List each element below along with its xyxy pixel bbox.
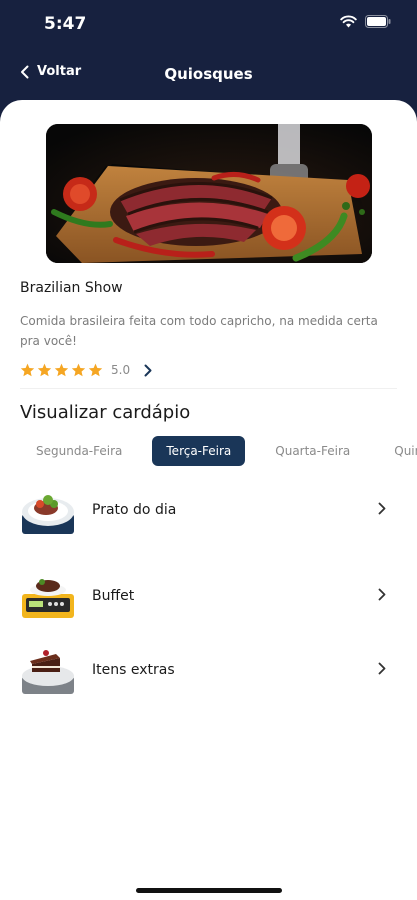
- chevron-right-icon: [378, 588, 386, 601]
- restaurant-description: Comida brasileira feita com todo caprich…: [20, 314, 378, 348]
- status-icons: [340, 15, 391, 28]
- chevron-right-icon: [144, 364, 152, 376]
- navigation-bar: Voltar Quiosques: [0, 50, 417, 100]
- menu-item-label: Itens extras: [92, 662, 175, 678]
- status-time: 5:47: [44, 14, 87, 34]
- menu-item-buffet[interactable]: Buffet: [0, 566, 417, 626]
- home-indicator[interactable]: [136, 888, 282, 893]
- restaurant-hero-image: [46, 124, 372, 263]
- menu-section-title: Visualizar cardápio: [20, 402, 191, 423]
- tab-monday[interactable]: Segunda-Feira: [22, 436, 136, 466]
- star-icon: [37, 363, 52, 377]
- chevron-right-icon: [378, 662, 386, 675]
- weekday-tabs: Segunda-Feira Terça-Feira Quarta-Feira Q…: [22, 436, 417, 466]
- battery-icon: [365, 15, 391, 28]
- tab-thursday[interactable]: Quinta-Feira: [380, 436, 417, 466]
- star-icon: [20, 363, 35, 377]
- menu-item-label: Buffet: [92, 588, 135, 604]
- star-icon: [88, 363, 103, 377]
- plate-of-food-icon: [22, 495, 74, 534]
- cake-slice-icon: [22, 650, 74, 694]
- wifi-icon: [340, 15, 357, 28]
- rating-row: 5.0: [20, 361, 152, 379]
- divider: [20, 388, 397, 389]
- page-title: Quiosques: [164, 65, 253, 83]
- tab-wednesday[interactable]: Quarta-Feira: [261, 436, 364, 466]
- rating-details-button[interactable]: [144, 364, 152, 377]
- menu-item-label: Prato do dia: [92, 502, 177, 518]
- restaurant-name: Brazilian Show: [20, 280, 123, 296]
- star-icon: [54, 363, 69, 377]
- chevron-right-icon: [378, 502, 386, 515]
- content-sheet: Brazilian Show Comida brasileira feita c…: [0, 100, 417, 900]
- menu-item-prato-do-dia[interactable]: Prato do dia: [0, 480, 417, 540]
- status-bar: 5:47: [0, 0, 417, 50]
- tab-tuesday[interactable]: Terça-Feira: [152, 436, 246, 466]
- menu-item-itens-extras[interactable]: Itens extras: [0, 640, 417, 700]
- rating-value: 5.0: [111, 363, 131, 377]
- star-icon: [71, 363, 86, 377]
- steak-photo: [46, 124, 372, 263]
- star-rating: [20, 363, 103, 377]
- weighing-scale-food-icon: [22, 579, 74, 618]
